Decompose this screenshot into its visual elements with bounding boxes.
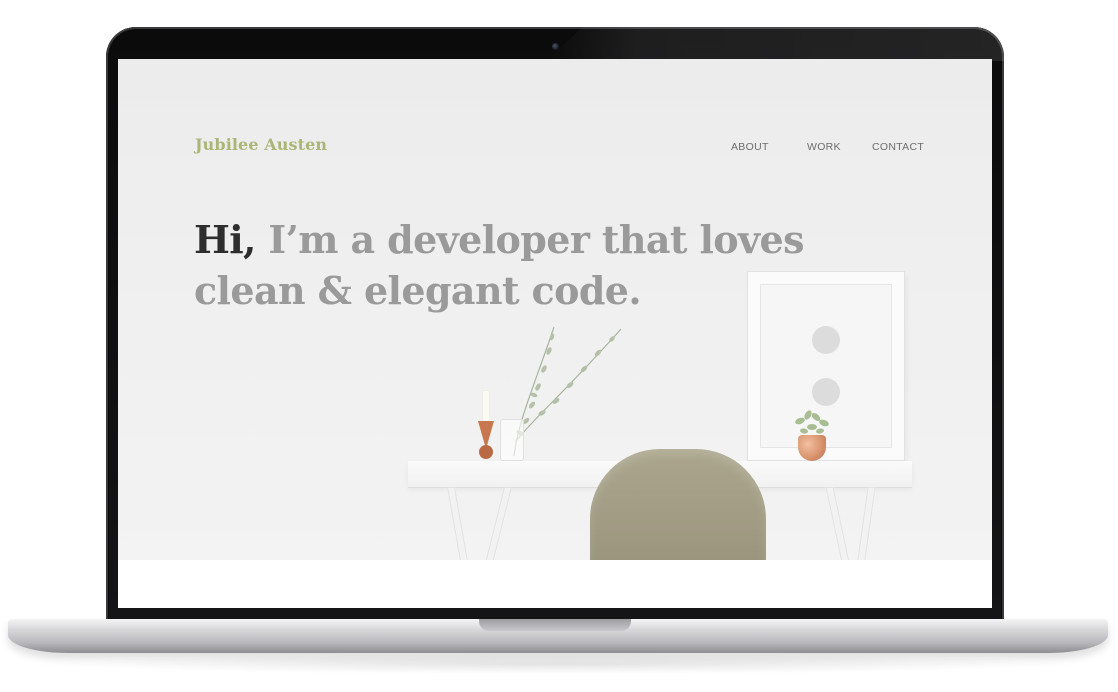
nav-item-about[interactable]: ABOUT [731,141,769,153]
laptop-shadow [40,654,1080,674]
candle-holder-base [479,445,493,459]
hero-greeting: Hi, [194,217,256,262]
nav-item-work[interactable]: WORK [807,141,841,153]
candle [483,391,489,421]
hero-line-2: clean & elegant code. [194,268,642,313]
desk-leg [825,487,851,560]
desk-leg [856,487,876,560]
hero-line-1: I’m a developer that loves [255,217,804,262]
laptop-opening-notch [479,619,631,631]
laptop-mockup: Jubilee Austen ABOUT WORK CONTACT Hi, I’… [0,0,1118,692]
chair [590,449,766,560]
desk-leg [446,487,470,560]
hero-section: Jubilee Austen ABOUT WORK CONTACT Hi, I’… [118,59,992,560]
laptop-screen: Jubilee Austen ABOUT WORK CONTACT Hi, I’… [118,59,992,608]
desk-leg [484,487,512,560]
succulent-plant-icon [795,410,829,434]
nav-item-contact[interactable]: CONTACT [872,141,924,153]
lid-glare [546,27,1006,61]
print-circle [812,326,840,354]
content-section [118,560,992,608]
print-circle [812,378,840,406]
hero-headline: Hi, I’m a developer that loves clean & el… [194,214,834,316]
site-logo[interactable]: Jubilee Austen [195,135,327,154]
candle-holder [478,391,494,463]
glass-vase [500,419,524,461]
camera-icon [552,43,559,50]
